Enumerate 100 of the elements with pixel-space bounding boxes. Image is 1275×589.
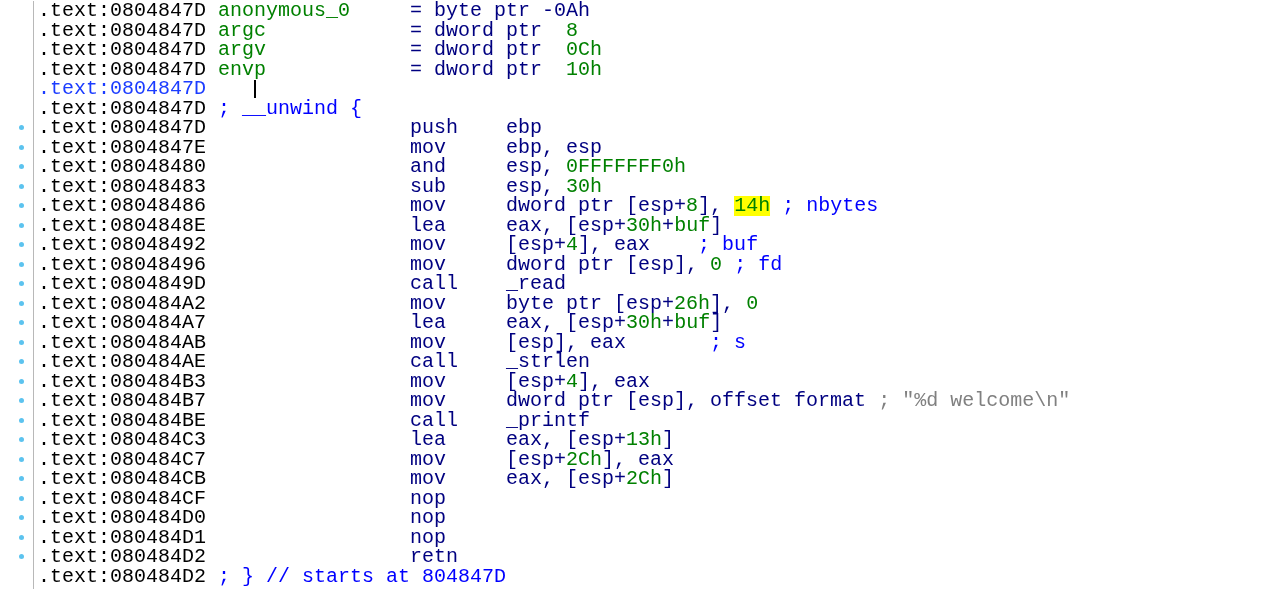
mnemonic-text: and xyxy=(410,157,448,177)
variable-label: argv xyxy=(218,40,268,60)
mnemonic-text: lea xyxy=(410,215,448,235)
address-text: .text:080484AE xyxy=(38,352,208,372)
operand-text: + xyxy=(662,313,675,333)
comment-text: ; buf xyxy=(697,235,759,255)
number-text: 8 xyxy=(566,20,579,40)
address-text: .text:080484C7 xyxy=(38,449,208,469)
operand-text: [esp+ xyxy=(506,449,567,469)
operand-text: ], eax xyxy=(578,371,651,391)
operand-text: ], eax xyxy=(602,449,675,469)
address-text: .text:08048492 xyxy=(38,235,208,255)
mnemonic-text: lea xyxy=(410,430,448,450)
comment-text: ; nbytes xyxy=(781,196,879,216)
operand-text: dword ptr [esp+ xyxy=(506,196,687,216)
operand-text: = dword ptr xyxy=(410,20,544,40)
symbol-text: buf xyxy=(674,215,711,235)
operand-text: ], xyxy=(710,293,736,313)
mnemonic-text: nop xyxy=(410,508,448,528)
address-text: .text:0804848E xyxy=(38,215,208,235)
number-text: 0FFFFFFF0h xyxy=(566,157,687,177)
address-text: .text:080484BE xyxy=(38,410,208,430)
mnemonic-text: nop xyxy=(410,527,448,547)
operand-text: [esp+ xyxy=(506,371,567,391)
address-text: .text:0804847E xyxy=(38,137,208,157)
mnemonic-text: call xyxy=(410,352,460,372)
operand-text: eax, [esp+ xyxy=(506,215,627,235)
address-text: .text:080484D2 xyxy=(38,547,208,567)
operand-text: = dword ptr xyxy=(410,40,544,60)
address-text: .text:080484AB xyxy=(38,332,208,352)
number-text: 8 xyxy=(686,196,699,216)
comment-text: ; } // starts at 804847D xyxy=(218,566,507,586)
address-text: .text:080484D2 xyxy=(38,566,208,586)
mnemonic-text: call xyxy=(410,410,460,430)
mnemonic-text: mov xyxy=(410,254,447,274)
operand-text: ] xyxy=(710,215,723,235)
number-text: 0Ch xyxy=(566,40,603,60)
operand-text: ] xyxy=(662,430,675,450)
operand-text: [esp], eax xyxy=(506,332,627,352)
comment-text: ; __unwind { xyxy=(218,98,364,118)
operand-text: ], xyxy=(698,196,724,216)
comment-text: ; s xyxy=(709,332,747,352)
operand-text: esp, xyxy=(506,157,556,177)
number-text: 2Ch xyxy=(626,469,663,489)
address-text: .text:08048483 xyxy=(38,176,208,196)
address-text: .text:080484CB xyxy=(38,469,208,489)
operand-text: dword ptr [esp], offset format xyxy=(506,391,867,411)
address-text: .text:0804847D xyxy=(38,98,208,118)
number-text: 4 xyxy=(566,371,579,391)
string-comment-text: ; "%d welcome\n" xyxy=(877,391,1071,411)
operand-text: ebp xyxy=(506,118,543,138)
operand-text: ], eax xyxy=(578,235,651,255)
operand-text: eax, [esp+ xyxy=(506,469,627,489)
number-text: 2Ch xyxy=(566,449,603,469)
address-text: .text:0804847D xyxy=(38,118,208,138)
symbol-text: buf xyxy=(674,313,711,333)
address-text: .text:0804847D xyxy=(38,1,208,21)
number-text: 30h xyxy=(626,215,663,235)
mnemonic-text: call xyxy=(410,274,460,294)
address-text: .text:08048480 xyxy=(38,157,208,177)
mnemonic-text: mov xyxy=(410,137,447,157)
operand-text: eax, [esp+ xyxy=(506,313,627,333)
number-text: 13h xyxy=(626,430,663,450)
variable-label: anonymous_0 xyxy=(218,1,352,21)
mnemonic-text: nop xyxy=(410,488,448,508)
operand-text: _printf xyxy=(506,410,591,430)
highlighted-number: 14h xyxy=(734,196,771,216)
mnemonic-text: push xyxy=(410,118,460,138)
variable-label: argc xyxy=(218,20,267,40)
operand-text: = byte ptr -0Ah xyxy=(410,1,591,21)
mnemonic-text: mov xyxy=(410,469,448,489)
number-text: 30h xyxy=(626,313,663,333)
address-text: .text:080484B3 xyxy=(38,371,208,391)
address-text: .text:080484D0 xyxy=(38,508,208,528)
operand-text: = dword ptr xyxy=(410,59,544,79)
address-text: .text:080484B7 xyxy=(38,391,208,411)
mnemonic-text: sub xyxy=(410,176,448,196)
address-text: .text:080484C3 xyxy=(38,430,208,450)
mnemonic-text: mov xyxy=(410,332,447,352)
number-text: 0 xyxy=(746,293,759,313)
mnemonic-text: mov xyxy=(410,371,448,391)
address-text: .text:080484CF xyxy=(38,488,208,508)
address-text: .text:0804847D xyxy=(38,40,208,60)
address-text: .text:080484A7 xyxy=(38,313,208,333)
comment-text: ; fd xyxy=(733,254,783,274)
operand-text: ] xyxy=(710,313,723,333)
address-text: .text:08048486 xyxy=(38,196,208,216)
operand-text: dword ptr [esp], xyxy=(506,254,700,274)
address-text: .text:0804847D xyxy=(38,79,208,99)
operand-text: byte ptr [esp+ xyxy=(506,293,675,313)
number-text: 0 xyxy=(710,254,723,274)
operand-text: _read xyxy=(506,274,567,294)
number-text: 10h xyxy=(566,59,603,79)
operand-text: _strlen xyxy=(506,352,591,372)
address-text: .text:080484A2 xyxy=(38,293,208,313)
operand-text: ] xyxy=(662,469,675,489)
mnemonic-text: mov xyxy=(410,391,447,411)
address-text: .text:08048496 xyxy=(38,254,208,274)
mnemonic-text: retn xyxy=(410,547,460,567)
address-text: .text:0804849D xyxy=(38,274,208,294)
